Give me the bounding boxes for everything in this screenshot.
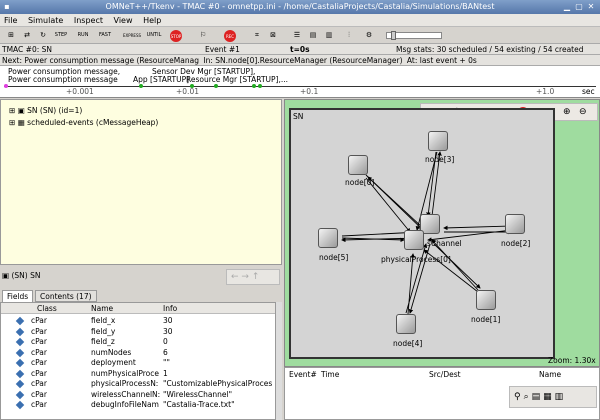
node-icon[interactable] — [428, 131, 448, 151]
connection-lines — [341, 151, 513, 315]
filter-icon[interactable]: ⚲ — [514, 392, 524, 402]
node-icon[interactable] — [396, 314, 416, 334]
zoom-level: Zoom: 1.30x — [548, 356, 596, 365]
physical-process-label: physicalProcess[0] — [381, 255, 451, 264]
save-icon[interactable]: ▤ — [532, 392, 544, 402]
node-label: node[2] — [501, 239, 531, 248]
physical-process-icon[interactable] — [404, 230, 424, 250]
node-label: node[1] — [471, 315, 501, 324]
node-label: node[0] — [345, 178, 375, 187]
layout-icon[interactable]: ▦ — [543, 392, 555, 402]
link-arrow — [367, 176, 424, 229]
node-icon[interactable] — [348, 155, 368, 175]
node-icon[interactable] — [318, 228, 338, 248]
column-event[interactable]: Event# — [289, 370, 317, 379]
link-arrow — [433, 243, 481, 289]
node-label: node[5] — [319, 253, 349, 262]
column-name[interactable]: Name — [539, 370, 561, 379]
column-time[interactable]: Time — [321, 370, 339, 379]
link-arrow — [443, 225, 513, 231]
column-src-dest[interactable]: Src/Dest — [429, 370, 461, 379]
channel-label: sChannel — [427, 239, 462, 248]
node-label: node[4] — [393, 339, 423, 348]
node-label: node[3] — [425, 155, 455, 164]
node-icon[interactable] — [505, 214, 525, 234]
node-icon[interactable] — [476, 290, 496, 310]
event-log: Event# Time Src/Dest Name ⚲⌕▤▦▥ — [284, 367, 600, 420]
find-icon[interactable]: ⌕ — [524, 392, 532, 402]
options-icon[interactable]: ▥ — [555, 392, 567, 402]
event-log-toolbar: ⚲⌕▤▦▥ — [509, 386, 597, 408]
